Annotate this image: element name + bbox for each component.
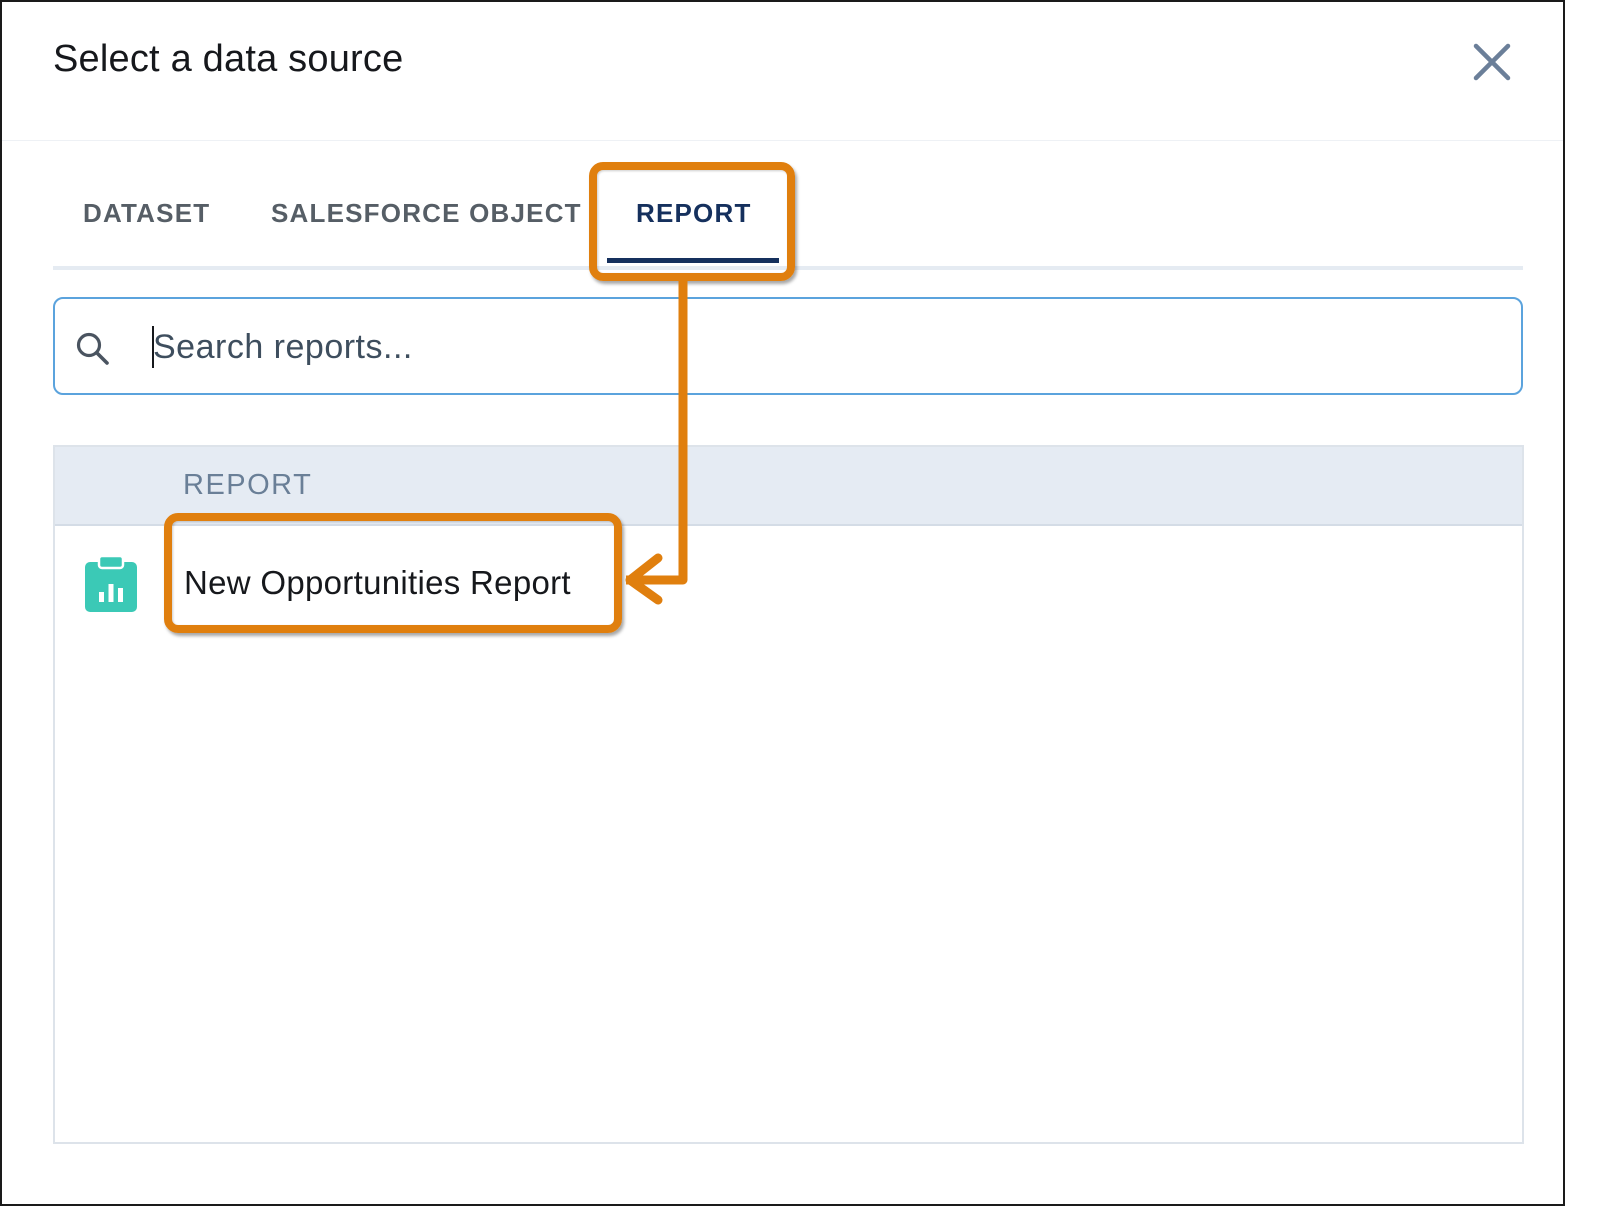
table-row[interactable]: New Opportunities Report bbox=[55, 526, 1522, 644]
dialog-title: Select a data source bbox=[53, 38, 404, 80]
report-table: REPORT New Opportunities Report bbox=[53, 445, 1524, 1144]
text-caret bbox=[152, 326, 154, 368]
source-tabs: DATASET SALESFORCE OBJECT REPORT bbox=[53, 172, 1523, 270]
search-box bbox=[53, 297, 1523, 395]
column-header-report: REPORT bbox=[183, 469, 313, 501]
table-header: REPORT bbox=[55, 447, 1522, 526]
data-source-dialog: Select a data source DATASET SALESFORCE … bbox=[0, 0, 1565, 1206]
tab-salesforce-object[interactable]: SALESFORCE OBJECT bbox=[271, 198, 582, 229]
dialog-header: Select a data source bbox=[2, 2, 1563, 141]
active-tab-indicator bbox=[607, 258, 779, 263]
tab-report[interactable]: REPORT bbox=[636, 198, 752, 229]
close-icon bbox=[1473, 43, 1511, 81]
search-input[interactable] bbox=[151, 313, 1495, 381]
tab-dataset[interactable]: DATASET bbox=[83, 198, 210, 229]
report-icon bbox=[85, 554, 137, 612]
report-name: New Opportunities Report bbox=[184, 564, 571, 601]
close-button[interactable] bbox=[1468, 38, 1516, 86]
search-icon bbox=[76, 332, 109, 365]
